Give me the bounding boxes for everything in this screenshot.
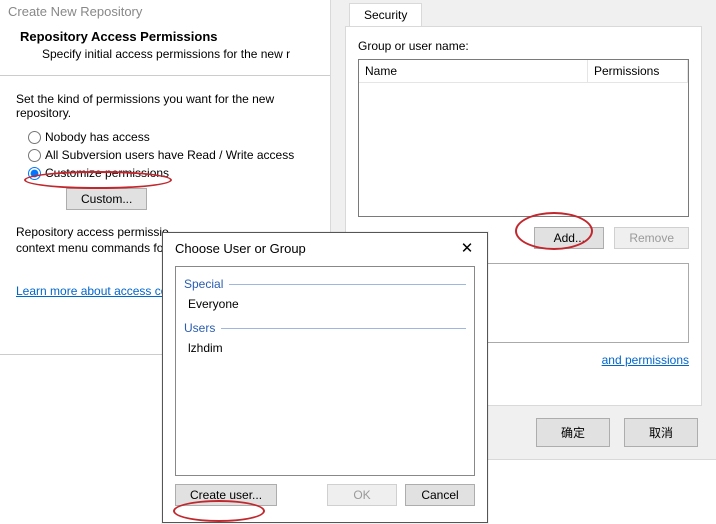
dialog-ok-button: OK (327, 484, 397, 506)
custom-button[interactable]: Custom... (66, 188, 147, 210)
remove-button: Remove (614, 227, 689, 249)
radio-nobody-input[interactable] (28, 131, 41, 144)
cancel-button[interactable]: 取消 (624, 418, 698, 447)
dialog-cancel-button[interactable]: Cancel (405, 484, 475, 506)
dialog-title: Choose User or Group (175, 241, 306, 256)
close-icon[interactable]: ✕ (457, 241, 477, 256)
radio-customize-input[interactable] (28, 167, 41, 180)
user-listbox[interactable]: Name Permissions (358, 59, 689, 217)
radio-nobody-label: Nobody has access (45, 130, 150, 144)
list-header: Name Permissions (359, 60, 688, 83)
section-users: Users (184, 321, 466, 335)
permissions-link[interactable]: and permissions (602, 353, 689, 367)
radio-allrw-label: All Subversion users have Read / Write a… (45, 148, 294, 162)
list-item-user[interactable]: lzhdim (184, 339, 466, 361)
radio-customize-label: Customize permissions (45, 166, 169, 180)
page-subheading: Specify initial access permissions for t… (20, 47, 310, 61)
divider-icon (229, 284, 466, 285)
radio-nobody[interactable]: Nobody has access (28, 130, 314, 144)
wizard-header: Repository Access Permissions Specify in… (0, 25, 330, 76)
radio-allrw[interactable]: All Subversion users have Read / Write a… (28, 148, 314, 162)
window-title: Create New Repository (0, 0, 330, 25)
user-group-list[interactable]: Special Everyone Users lzhdim (175, 266, 475, 476)
ok-button[interactable]: 确定 (536, 418, 610, 447)
learn-more-link[interactable]: Learn more about access co (16, 284, 167, 298)
section-users-label: Users (184, 321, 215, 335)
create-user-button[interactable]: Create user... (175, 484, 277, 506)
add-button[interactable]: Add... (534, 227, 604, 249)
section-special: Special (184, 277, 466, 291)
security-footer: 确定 取消 (536, 418, 698, 447)
instruction-text: Set the kind of permissions you want for… (16, 92, 314, 120)
dialog-footer: Create user... OK Cancel (163, 476, 487, 506)
page-heading: Repository Access Permissions (20, 29, 310, 44)
radio-allrw-input[interactable] (28, 149, 41, 162)
group-user-label: Group or user name: (358, 39, 689, 53)
list-item-everyone[interactable]: Everyone (184, 295, 466, 317)
dialog-titlebar: Choose User or Group ✕ (163, 233, 487, 262)
section-special-label: Special (184, 277, 223, 291)
col-name[interactable]: Name (359, 60, 588, 82)
choose-user-dialog: Choose User or Group ✕ Special Everyone … (162, 232, 488, 523)
tab-strip: Security (331, 0, 716, 26)
divider-icon (221, 328, 466, 329)
radio-customize[interactable]: Customize permissions (28, 166, 314, 180)
tab-security[interactable]: Security (349, 3, 422, 27)
col-permissions[interactable]: Permissions (588, 60, 688, 82)
